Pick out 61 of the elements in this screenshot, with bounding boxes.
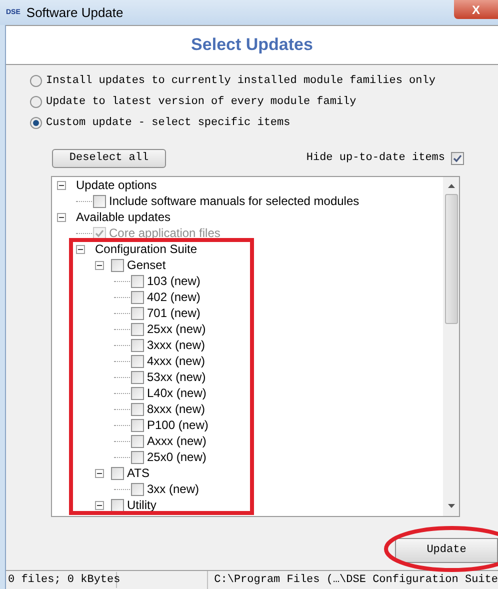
collapse-icon[interactable]: [76, 244, 85, 254]
collapse-icon[interactable]: [95, 468, 104, 478]
scroll-thumb[interactable]: [444, 194, 458, 324]
tree-item[interactable]: Include software manuals for selected modules: [109, 192, 360, 210]
collapse-icon[interactable]: [95, 500, 104, 510]
tree-item[interactable]: 103 (new): [147, 272, 200, 290]
scroll-down-icon[interactable]: [448, 504, 454, 508]
radio-label: Custom update - select specific items: [46, 116, 290, 131]
tree-item[interactable]: 25x0 (new): [147, 448, 206, 466]
tree-item[interactable]: Utility: [127, 496, 156, 514]
radio-button[interactable]: [30, 96, 42, 108]
radio-button[interactable]: [30, 75, 42, 87]
checkbox-label: Hide up-to-date items: [306, 151, 445, 166]
tree-item[interactable]: 8xxx (new): [147, 400, 206, 418]
checkbox[interactable]: [111, 258, 124, 272]
checkbox[interactable]: [131, 274, 144, 288]
deselect-all-button[interactable]: Deselect all: [52, 149, 166, 168]
tree-item[interactable]: 4xxx (new): [147, 352, 206, 370]
checkbox[interactable]: [131, 418, 144, 432]
checkbox[interactable]: [131, 402, 144, 416]
window-title: Software Update: [26, 4, 124, 22]
checkbox[interactable]: [131, 322, 144, 336]
tree-item[interactable]: 402 (new): [147, 288, 200, 306]
scrollbar[interactable]: [443, 177, 459, 516]
tree-item[interactable]: P100 (new): [147, 416, 208, 434]
collapse-icon[interactable]: [95, 260, 104, 270]
checkbox[interactable]: [131, 354, 144, 368]
checkbox[interactable]: [131, 482, 144, 496]
checkbox[interactable]: [111, 466, 124, 480]
checkbox[interactable]: [451, 152, 464, 165]
tree-item[interactable]: Available updates: [76, 208, 171, 226]
status-path: C:\Program Files (…\DSE Configuration Suite: [213, 572, 498, 588]
tree-item[interactable]: Genset: [127, 256, 166, 274]
radio-label: Update to latest version of every module family: [46, 94, 356, 110]
checkbox[interactable]: [131, 450, 144, 464]
radio-label: Install updates to currently installed module families only: [46, 74, 436, 89]
checkbox[interactable]: [111, 498, 124, 512]
checkbox[interactable]: [131, 290, 144, 304]
tree-item[interactable]: Update options: [76, 177, 157, 194]
update-button[interactable]: Update: [395, 538, 498, 563]
scroll-up-icon[interactable]: [448, 184, 454, 188]
status-text: 0 files; 0 kBytes: [6, 572, 117, 588]
collapse-icon[interactable]: [57, 212, 66, 222]
header-title: Select Updates: [191, 34, 313, 56]
checkbox[interactable]: [131, 338, 144, 352]
tree-item[interactable]: L40x (new): [147, 384, 206, 402]
checkbox[interactable]: [131, 386, 144, 400]
checkbox[interactable]: [131, 370, 144, 384]
tree-item[interactable]: 25xx (new): [147, 320, 206, 338]
checkbox[interactable]: [93, 194, 106, 208]
tree-item[interactable]: 3xxx (new): [147, 336, 206, 354]
tree-item[interactable]: 53xx (new): [147, 368, 206, 386]
tree-item[interactable]: Axxx (new): [147, 432, 206, 450]
checkbox[interactable]: [131, 306, 144, 320]
tree-item[interactable]: Configuration Suite: [95, 240, 198, 258]
tree-item[interactable]: 701 (new): [147, 304, 200, 322]
checkbox[interactable]: [131, 434, 144, 448]
radio-button[interactable]: [30, 117, 42, 129]
tree-item[interactable]: ATS: [127, 464, 150, 482]
collapse-icon[interactable]: [57, 180, 66, 190]
tree-item[interactable]: 3xx (new): [147, 480, 200, 498]
